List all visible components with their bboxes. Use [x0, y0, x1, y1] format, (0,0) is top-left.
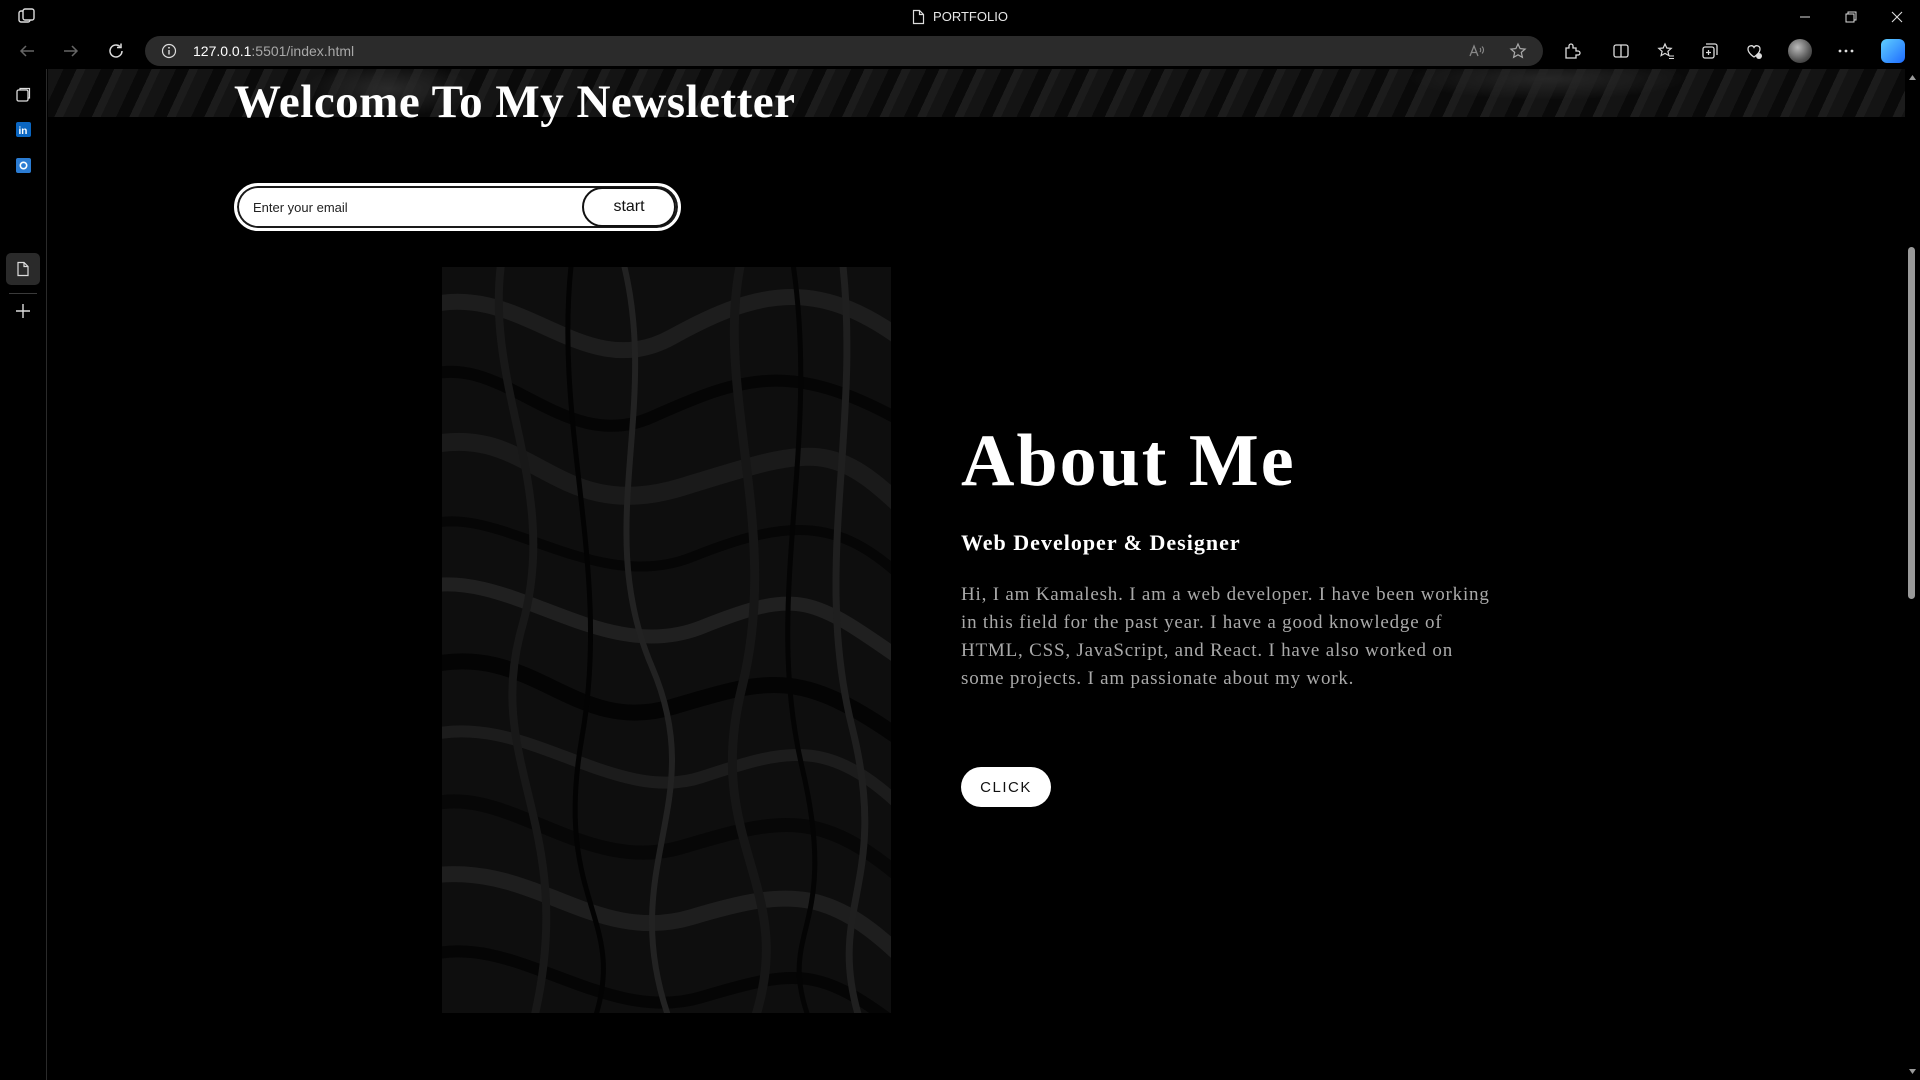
page-scrollbar[interactable]	[1905, 69, 1920, 1080]
sidebar-divider	[9, 293, 37, 294]
minimize-button[interactable]	[1782, 0, 1828, 33]
refresh-button[interactable]	[98, 33, 134, 69]
read-aloud-icon[interactable]	[1468, 42, 1486, 60]
window-title-area: PORTFOLIO	[0, 0, 1920, 33]
minimize-icon	[1800, 16, 1810, 17]
page-viewport: Welcome To My Newsletter start	[48, 69, 1905, 1080]
scroll-up-arrow-icon[interactable]	[1908, 73, 1917, 82]
restore-button[interactable]	[1828, 0, 1874, 33]
info-icon[interactable]	[161, 43, 177, 59]
extensions-icon[interactable]	[1563, 42, 1581, 60]
start-button[interactable]: start	[582, 187, 676, 227]
url-host: 127.0.0.1	[193, 43, 252, 59]
browser-essentials-icon[interactable]	[1745, 42, 1763, 60]
vertical-sidebar: in	[0, 69, 47, 1080]
arrow-left-icon	[19, 45, 34, 57]
more-options-icon[interactable]	[1837, 42, 1855, 60]
newsletter-form: start	[234, 183, 681, 231]
refresh-icon	[109, 43, 123, 58]
outlook-tab-icon[interactable]	[13, 155, 33, 175]
about-title: About Me	[961, 420, 1296, 502]
address-bar[interactable]: 127.0.0.1:5501/index.html	[145, 36, 1543, 66]
click-button[interactable]: CLICK	[961, 767, 1051, 807]
copilot-icon[interactable]	[1881, 39, 1905, 63]
browser-toolbar: 127.0.0.1:5501/index.html	[0, 33, 1920, 69]
favorite-star-icon[interactable]	[1509, 42, 1527, 60]
tab-actions-icon[interactable]	[13, 85, 33, 105]
newsletter-title: Welcome To My Newsletter	[234, 76, 796, 128]
svg-text:in: in	[18, 126, 27, 137]
scroll-down-arrow-icon[interactable]	[1908, 1067, 1917, 1076]
marble-pattern	[442, 267, 891, 1013]
about-subtitle: Web Developer & Designer	[961, 530, 1241, 555]
page-document-icon	[912, 9, 925, 24]
close-button[interactable]	[1874, 0, 1920, 33]
window-title: PORTFOLIO	[933, 9, 1008, 24]
forward-button[interactable]	[53, 33, 89, 69]
email-input[interactable]	[253, 186, 553, 228]
title-bar: PORTFOLIO	[0, 0, 1920, 33]
arrow-right-icon	[64, 45, 79, 57]
url-path: :5501/index.html	[251, 43, 355, 59]
close-icon	[1891, 11, 1903, 22]
favorites-icon[interactable]	[1657, 42, 1675, 60]
back-button[interactable]	[9, 33, 45, 69]
scroll-thumb[interactable]	[1908, 247, 1915, 599]
split-screen-icon[interactable]	[1612, 42, 1630, 60]
restore-icon	[1845, 11, 1857, 22]
profile-avatar[interactable]	[1788, 39, 1812, 63]
about-description: Hi, I am Kamalesh. I am a web developer.…	[961, 584, 1490, 689]
new-tab-plus-icon[interactable]	[13, 301, 33, 321]
portfolio-tab-document-icon[interactable]	[13, 259, 33, 279]
collections-icon[interactable]	[1701, 42, 1719, 60]
url-text[interactable]: 127.0.0.1:5501/index.html	[193, 36, 354, 66]
linkedin-tab-icon[interactable]: in	[13, 119, 33, 139]
about-marble-image	[442, 267, 891, 1013]
